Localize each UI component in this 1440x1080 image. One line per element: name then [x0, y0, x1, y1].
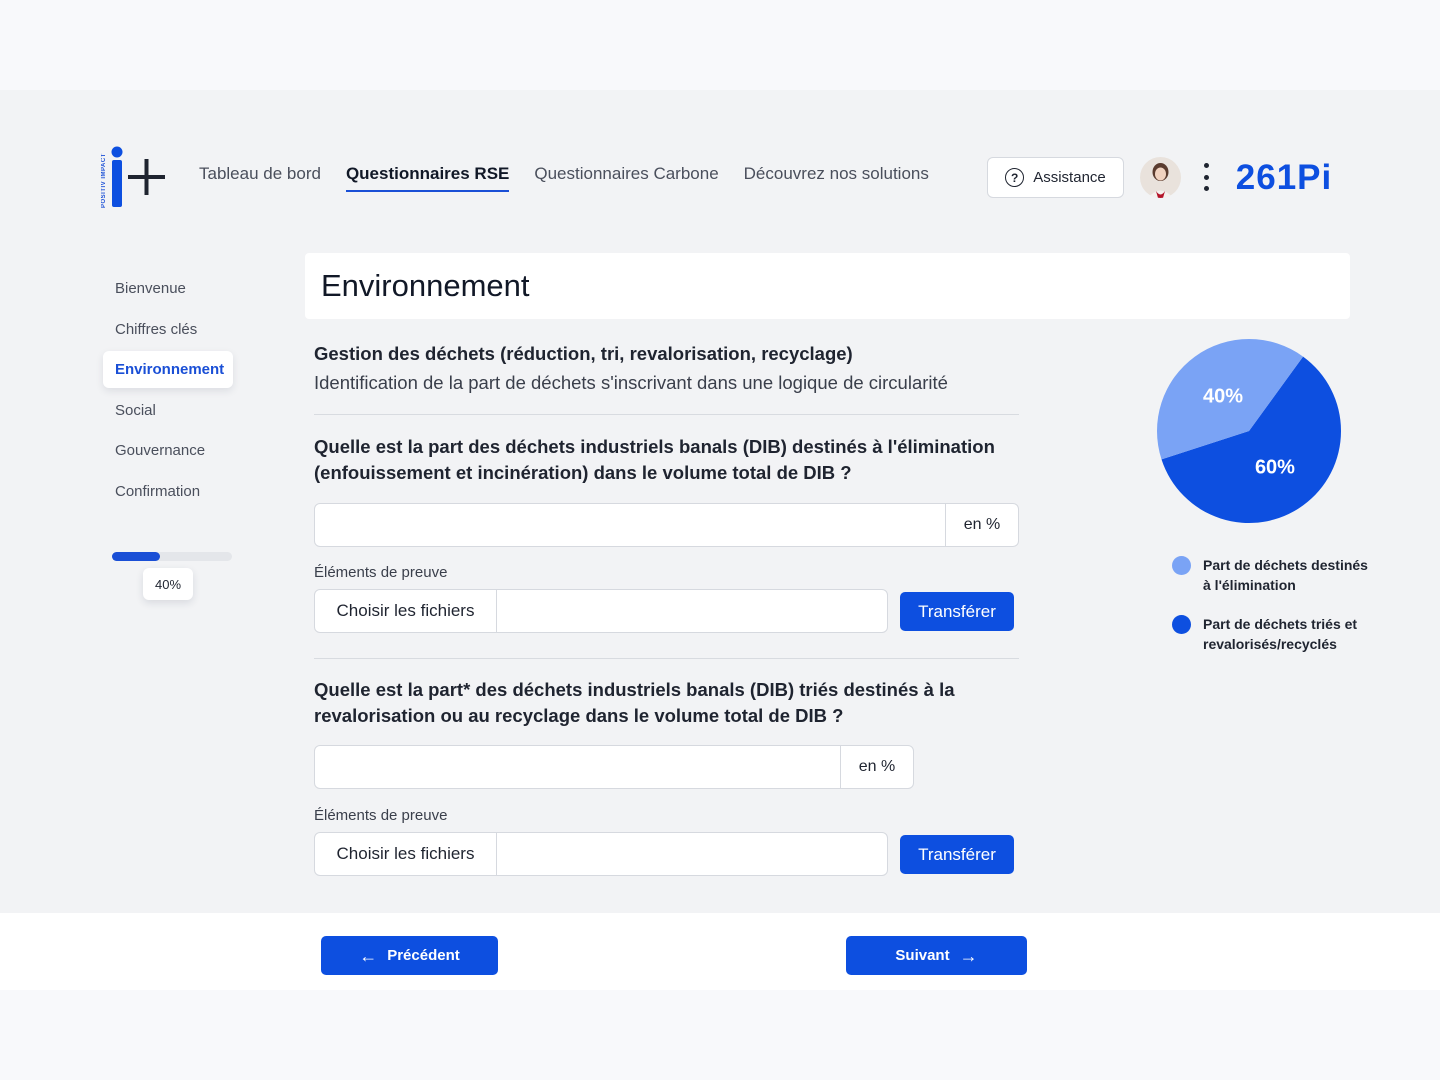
question-1-proof-label: Éléments de preuve — [314, 564, 448, 581]
nav-decouvrez-nos-solutions[interactable]: Découvrez nos solutions — [744, 164, 929, 192]
divider — [314, 658, 1019, 659]
title-card: Environnement — [305, 253, 1350, 319]
question-1-unit-label: en % — [945, 504, 1018, 546]
arrow-right-icon: → — [959, 945, 978, 966]
progress-bar-fill — [112, 552, 160, 561]
legend-dot-dark — [1172, 615, 1191, 634]
question-2-file-input: Choisir les fichiers — [314, 832, 888, 876]
question-2-proof-label: Éléments de preuve — [314, 807, 448, 824]
sidebar-item-gouvernance[interactable]: Gouvernance — [103, 432, 233, 469]
next-button[interactable]: Suivant → — [846, 936, 1027, 975]
question-2-file-name[interactable] — [497, 833, 887, 875]
progress-bar — [112, 552, 232, 561]
progress-badge: 40% — [143, 568, 193, 600]
pie-slice-label: 40% — [1203, 385, 1243, 407]
more-options-icon[interactable] — [1199, 163, 1213, 191]
footer-band — [0, 990, 1440, 1080]
page-title: Environnement — [321, 268, 530, 303]
sidebar-item-social[interactable]: Social — [103, 392, 233, 429]
question-1-text: Quelle est la part des déchets industrie… — [314, 436, 995, 483]
nav-questionnaires-carbone[interactable]: Questionnaires Carbone — [534, 164, 718, 192]
previous-button[interactable]: ← Précédent — [321, 936, 498, 975]
section-heading: Gestion des déchets (réduction, tri, rev… — [314, 343, 853, 364]
nav-tableau-de-bord[interactable]: Tableau de bord — [199, 164, 321, 192]
legend-dot-light — [1172, 556, 1191, 575]
legend-item-recycled: Part de déchets triés et revalorisés/rec… — [1172, 614, 1368, 654]
question-2-input-group: en % — [314, 745, 914, 789]
question-1-choose-files-button[interactable]: Choisir les fichiers — [315, 590, 497, 632]
question-2-percent-input[interactable] — [315, 746, 840, 788]
main-nav: Tableau de bord Questionnaires RSE Quest… — [199, 164, 929, 192]
previous-label: Précédent — [387, 947, 460, 964]
help-circle-icon: ? — [1005, 168, 1025, 187]
legend-label: Part de déchets triés et revalorisés/rec… — [1203, 616, 1358, 652]
user-avatar[interactable] — [1140, 157, 1181, 198]
sidebar-item-confirmation[interactable]: Confirmation — [103, 473, 233, 510]
261pi-brand-logo: 261Pi — [1236, 160, 1332, 194]
question-1-percent-input[interactable] — [315, 504, 945, 546]
section-subtitle: Identification de la part de déchets s'i… — [314, 372, 948, 393]
assistance-button[interactable]: ? Assistance — [987, 157, 1124, 198]
bottom-nav-bar — [0, 913, 1440, 990]
question-2-unit-label: en % — [840, 746, 913, 788]
nav-questionnaires-rse[interactable]: Questionnaires RSE — [345, 164, 510, 192]
question-1-file-name[interactable] — [497, 590, 887, 632]
question-2-choose-files-button[interactable]: Choisir les fichiers — [315, 833, 497, 875]
question-2-transfer-button[interactable]: Transférer — [900, 835, 1014, 874]
next-label: Suivant — [895, 947, 950, 964]
sidebar-item-bienvenue[interactable]: Bienvenue — [103, 270, 233, 307]
assistance-label: Assistance — [1033, 169, 1106, 186]
waste-pie-chart: 60% 40% — [1157, 339, 1341, 523]
top-band — [0, 0, 1440, 90]
question-1-transfer-button[interactable]: Transférer — [900, 592, 1014, 631]
question-2-text: Quelle est la part* des déchets industri… — [314, 679, 955, 726]
question-1-input-group: en % — [314, 503, 1019, 547]
legend-item-elimination: Part de déchets destinés à l'élimination — [1172, 555, 1368, 595]
sidebar-item-chiffres-cles[interactable]: Chiffres clés — [103, 311, 233, 348]
arrow-left-icon: ← — [359, 945, 378, 966]
positiv-impact-logo-icon[interactable] — [100, 144, 170, 210]
sidebar-item-environnement[interactable]: Environnement — [103, 351, 233, 388]
divider — [314, 414, 1019, 415]
legend-label: Part de déchets destinés à l'élimination — [1203, 557, 1368, 593]
pie-slice-label: 60% — [1255, 457, 1295, 479]
svg-text:261Pi: 261Pi — [1236, 160, 1332, 194]
question-1-file-input: Choisir les fichiers — [314, 589, 888, 633]
